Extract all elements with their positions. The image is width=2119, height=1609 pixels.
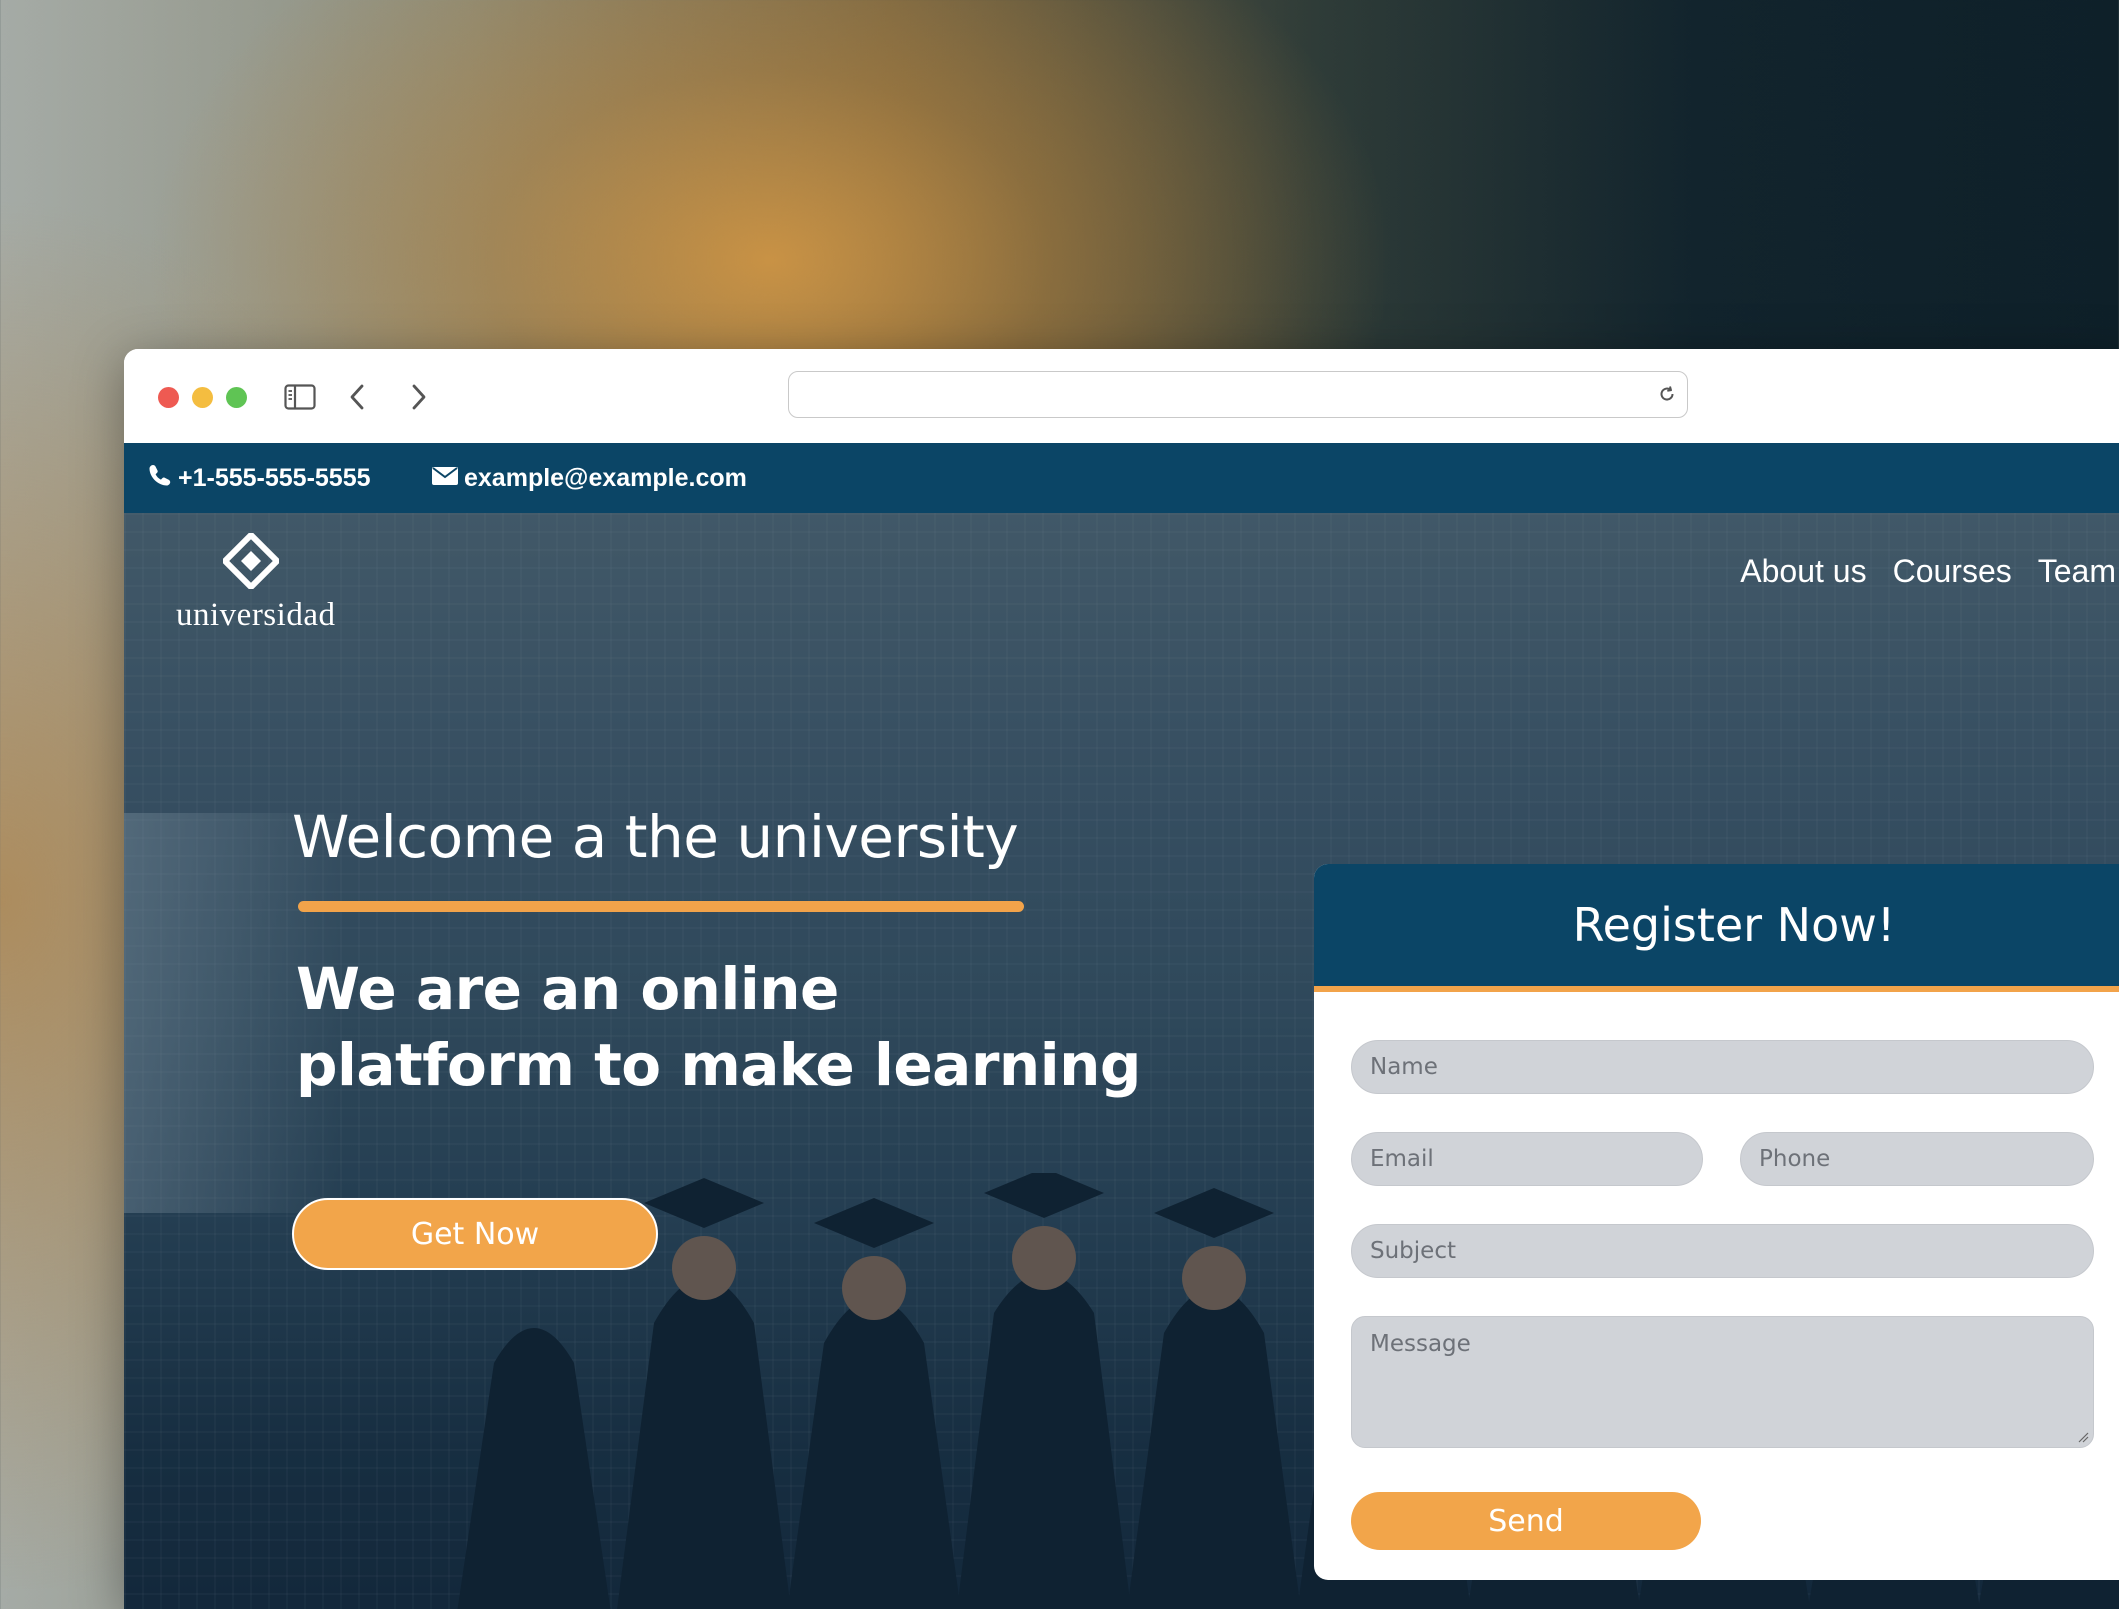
register-form-header: Register Now! xyxy=(1314,864,2119,992)
email-address: example@example.com xyxy=(464,463,747,492)
address-bar[interactable] xyxy=(788,371,1688,418)
logo-text: universidad xyxy=(176,597,336,633)
back-arrow-icon[interactable] xyxy=(342,377,372,417)
contact-bar: +1-555-555-5555 example@example.com xyxy=(124,443,2119,513)
browser-window: +1-555-555-5555 example@example.com univ… xyxy=(124,349,2119,1609)
close-window-button[interactable] xyxy=(158,387,179,408)
reload-icon[interactable] xyxy=(1657,384,1677,404)
phone-number: +1-555-555-5555 xyxy=(178,463,371,492)
resize-grip-icon[interactable] xyxy=(2077,1431,2089,1443)
phone-contact[interactable]: +1-555-555-5555 xyxy=(148,443,371,513)
maximize-window-button[interactable] xyxy=(226,387,247,408)
browser-toolbar xyxy=(124,349,2119,443)
tagline-line-2: platform to make learning xyxy=(296,1031,1141,1099)
email-input[interactable]: Email xyxy=(1351,1132,1703,1186)
envelope-icon xyxy=(432,464,458,493)
welcome-heading: Welcome a the university xyxy=(292,803,1019,871)
nav-about-us[interactable]: About us xyxy=(1740,553,1866,590)
main-nav: About us Courses Team xyxy=(1740,553,2119,590)
get-now-button[interactable]: Get Now xyxy=(292,1198,658,1270)
nav-courses[interactable]: Courses xyxy=(1893,553,2012,590)
nav-team[interactable]: Team xyxy=(2038,553,2116,590)
diamond-logo-icon xyxy=(220,530,282,592)
send-button[interactable]: Send xyxy=(1351,1492,1701,1550)
phone-input[interactable]: Phone xyxy=(1740,1132,2094,1186)
hero-tagline: We are an online platform to make learni… xyxy=(296,951,1196,1103)
message-textarea[interactable]: Message xyxy=(1351,1316,2094,1448)
sidebar-icon[interactable] xyxy=(282,377,318,417)
heading-underline xyxy=(298,901,1024,912)
name-input[interactable]: Name xyxy=(1351,1040,2094,1094)
tagline-line-1: We are an online xyxy=(296,955,839,1023)
register-title: Register Now! xyxy=(1572,898,1896,952)
phone-icon xyxy=(148,463,172,494)
register-form: Register Now! Name Email Phone Subject M… xyxy=(1314,864,2119,1580)
subject-input[interactable]: Subject xyxy=(1351,1224,2094,1278)
universidad-logo[interactable]: universidad xyxy=(176,530,336,633)
email-contact[interactable]: example@example.com xyxy=(432,443,747,513)
forward-arrow-icon[interactable] xyxy=(404,377,434,417)
minimize-window-button[interactable] xyxy=(192,387,213,408)
message-placeholder: Message xyxy=(1370,1331,1471,1357)
